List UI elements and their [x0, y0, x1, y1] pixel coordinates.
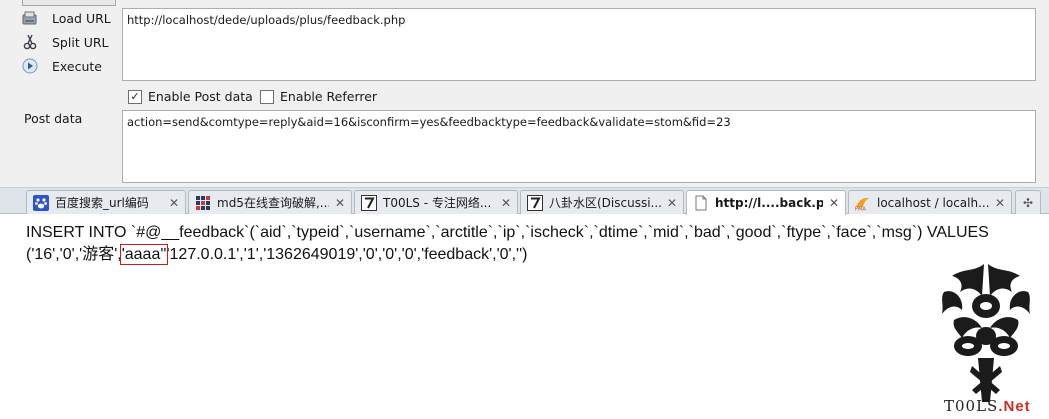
load-url-icon [22, 10, 38, 26]
sql-line-1: INSERT INTO `#@__feedback`(`aid`,`typeid… [26, 224, 989, 241]
execute-button[interactable]: Execute [22, 56, 118, 76]
play-icon [22, 58, 38, 74]
new-tab-button[interactable]: ✣ [1015, 190, 1041, 214]
tab-close-icon[interactable]: ✕ [829, 196, 839, 210]
url-textarea[interactable]: http://localhost/dede/uploads/plus/feedb… [122, 8, 1036, 81]
tab-feedback-active[interactable]: http://l....back.php ✕ [686, 190, 846, 215]
new-tab-icon: ✣ [1022, 195, 1034, 210]
highlighted-injection-value: 'aaaa'' [119, 244, 169, 265]
grid-icon [195, 195, 211, 211]
tab-phpmyadmin[interactable]: PMA localhost / localh... ✕ [848, 190, 1012, 214]
tab-baidu-search[interactable]: 百度搜索_url编码 ✕ [26, 190, 186, 214]
tab-close-icon[interactable]: ✕ [995, 196, 1005, 210]
tab-close-icon[interactable]: ✕ [667, 196, 677, 210]
t00ls-watermark-text: T00LS.Net [944, 397, 1031, 415]
enable-post-checkbox[interactable]: ✓ Enable Post data [128, 89, 253, 104]
sql-values-end: '127.0.0.1','1','1362649019','0','0','0'… [166, 246, 528, 263]
post-data-label: Post data [24, 111, 83, 126]
number-7-icon [361, 194, 377, 211]
number-7-icon [527, 194, 543, 211]
t00ls-dragon-logo [934, 262, 1038, 414]
tab-bagua[interactable]: 八卦水区(Discussi... ✕ [520, 190, 684, 214]
tab-close-icon[interactable]: ✕ [335, 196, 345, 210]
post-data-textarea[interactable]: action=send&comtype=reply&aid=16&isconfi… [122, 110, 1036, 183]
tab-close-icon[interactable]: ✕ [169, 196, 179, 210]
scissors-icon [22, 34, 38, 50]
baidu-paw-icon [33, 194, 49, 211]
pma-icon: PMA [855, 195, 871, 212]
enable-referrer-checkbox[interactable]: Enable Referrer [260, 89, 377, 104]
tab-md5[interactable]: md5在线查询破解,... ✕ [188, 190, 352, 214]
hackbar-top-tab [22, 0, 116, 6]
browser-tab-bar: 百度搜索_url编码 ✕ md5在线查询破解,... ✕ T00LS - 专注网… [0, 187, 1049, 215]
checkbox-unchecked-icon [260, 89, 274, 104]
page-content: INSERT INTO `#@__feedback`(`aid`,`typeid… [26, 222, 1026, 266]
hackbar-panel: Load URL Split URL Execute http://localh… [0, 0, 1049, 187]
sql-line-2: ('16','0','游客','aaaa'''127.0.0.1','1','1… [26, 244, 1026, 266]
sql-values-start: ('16','0','游客', [26, 246, 122, 263]
split-url-button[interactable]: Split URL [22, 32, 118, 52]
load-url-button[interactable]: Load URL [22, 8, 118, 28]
page-icon [693, 195, 709, 211]
tab-t00ls[interactable]: T00LS - 专注网络... ✕ [354, 190, 518, 214]
svg-text:PMA: PMA [855, 206, 866, 211]
checkbox-checked-icon: ✓ [128, 89, 142, 104]
tab-close-icon[interactable]: ✕ [501, 196, 511, 210]
